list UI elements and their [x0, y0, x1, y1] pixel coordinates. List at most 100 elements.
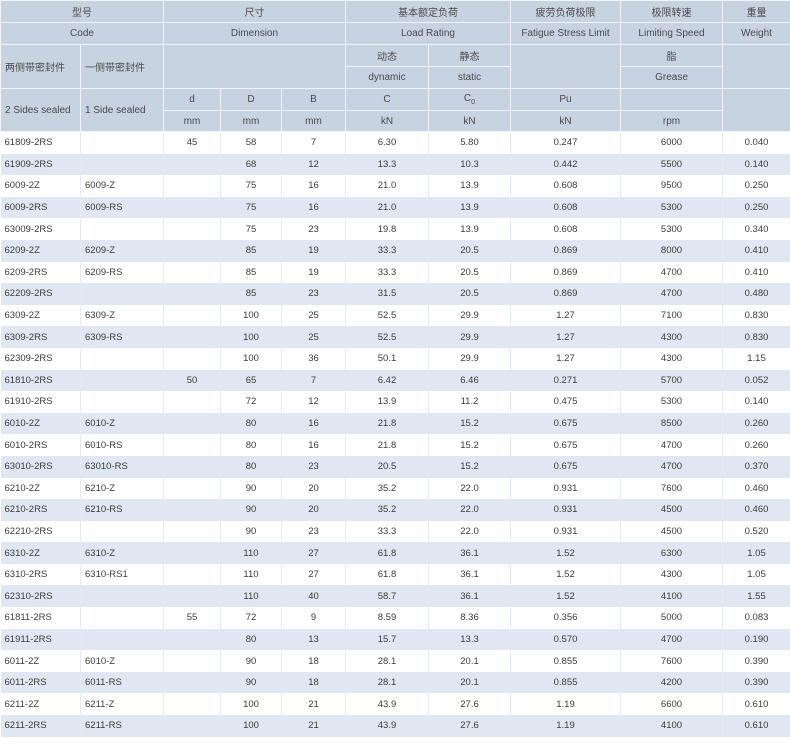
- table-row: 61809-2RS 45 58 7 6.30 5.80 0.247 6000 0.040: [0, 131, 790, 154]
- cell-dynamic-load: 21.8: [345, 412, 429, 435]
- cell-fatigue-limit: 0.869: [510, 283, 621, 305]
- cell-fatigue-limit: 0.608: [510, 218, 621, 240]
- cell-limiting-speed: 4200: [620, 671, 723, 694]
- cell-code-one-side: [80, 520, 164, 543]
- cell-static-load: 20.5: [428, 261, 511, 284]
- cell-weight-kg: 1.55: [722, 585, 790, 608]
- cell-width-b: 21: [281, 693, 346, 716]
- cell-weight-kg: 1.15: [722, 347, 790, 370]
- table-row: 6211-2Z 6211-Z 100 21 43.9 27.6 1.19 6600 0.610: [0, 693, 790, 716]
- cell-dynamic-load: 13.3: [345, 153, 429, 176]
- cell-outer-diameter: 100: [220, 715, 282, 737]
- cell-code-two-sides: 6011-2RS: [0, 671, 81, 694]
- cell-bore-d: 55: [163, 607, 221, 629]
- cell-bore-d: [163, 455, 221, 478]
- cell-width-b: 27: [281, 542, 346, 564]
- cell-weight-kg: 0.390: [722, 671, 790, 694]
- cell-weight-kg: 0.480: [722, 283, 790, 305]
- cell-weight-kg: 0.830: [722, 304, 790, 327]
- speed-header-en: Limiting Speed: [620, 22, 723, 45]
- cell-width-b: 16: [281, 196, 346, 219]
- cell-fatigue-limit: 0.675: [510, 434, 621, 456]
- cell-limiting-speed: 4100: [620, 585, 723, 608]
- cell-limiting-speed: 7600: [620, 650, 723, 672]
- cell-bore-d: [163, 563, 221, 586]
- cell-static-load: 15.2: [428, 455, 511, 478]
- cell-width-b: 12: [281, 391, 346, 413]
- cell-outer-diameter: 75: [220, 196, 282, 219]
- cell-outer-diameter: 90: [220, 671, 282, 694]
- table-row: 6009-2Z 6009-Z 75 16 21.0 13.9 0.608 9500 0.250: [0, 175, 790, 197]
- cell-static-load: 6.46: [428, 369, 511, 392]
- cell-outer-diameter: 80: [220, 628, 282, 651]
- cell-outer-diameter: 85: [220, 239, 282, 262]
- cell-dynamic-load: 19.8: [345, 218, 429, 240]
- cell-outer-diameter: 85: [220, 283, 282, 305]
- two-sides-sealed-header-en: 2 Sides sealed: [0, 88, 81, 132]
- cell-bore-d: 50: [163, 369, 221, 392]
- cell-limiting-speed: 5300: [620, 196, 723, 219]
- cell-static-load: 13.3: [428, 628, 511, 651]
- two-sides-sealed-header-cn: 两侧带密封件: [0, 44, 81, 89]
- cell-dynamic-load: 15.7: [345, 628, 429, 651]
- cell-limiting-speed: 6300: [620, 542, 723, 564]
- cell-outer-diameter: 100: [220, 304, 282, 327]
- cell-outer-diameter: 110: [220, 585, 282, 608]
- c-unit: kN: [345, 110, 429, 132]
- cell-code-one-side: 63010-RS: [80, 455, 164, 478]
- cell-code-two-sides: 6310-2RS: [0, 563, 81, 586]
- weight-header-cn: 重量: [722, 0, 790, 23]
- cell-width-b: 9: [281, 607, 346, 629]
- cell-limiting-speed: 4100: [620, 715, 723, 737]
- cell-width-b: 19: [281, 261, 346, 284]
- cell-outer-diameter: 75: [220, 218, 282, 240]
- table-row: 61909-2RS 68 12 13.3 10.3 0.442 5500 0.140: [0, 153, 790, 176]
- cell-outer-diameter: 80: [220, 455, 282, 478]
- code-header-en: Code: [0, 22, 164, 45]
- cell-bore-d: [163, 239, 221, 262]
- cell-code-one-side: [80, 585, 164, 608]
- table-row: 62210-2RS 90 23 33.3 22.0 0.931 4500 0.520: [0, 520, 790, 543]
- cell-dynamic-load: 20.5: [345, 455, 429, 478]
- cell-bore-d: [163, 347, 221, 370]
- cell-code-two-sides: 61809-2RS: [0, 131, 81, 154]
- cell-width-b: 23: [281, 218, 346, 240]
- cell-fatigue-limit: 0.931: [510, 499, 621, 521]
- dynamic-header-en: dynamic: [345, 66, 429, 89]
- cell-static-load: 27.6: [428, 693, 511, 716]
- cell-limiting-speed: 4500: [620, 499, 723, 521]
- cell-fatigue-limit: 1.27: [510, 304, 621, 327]
- table-row: 6310-2Z 6310-Z 110 27 61.8 36.1 1.52 6300 1.05: [0, 542, 790, 564]
- cell-outer-diameter: 110: [220, 563, 282, 586]
- b-unit: mm: [281, 110, 346, 132]
- cell-static-load: 22.0: [428, 499, 511, 521]
- table-row: 61910-2RS 72 12 13.9 11.2 0.475 5300 0.140: [0, 391, 790, 413]
- table-row: 63010-2RS 63010-RS 80 23 20.5 15.2 0.675 4700 0.…: [0, 455, 790, 478]
- cell-bore-d: [163, 693, 221, 716]
- cell-static-load: 22.0: [428, 520, 511, 543]
- cell-weight-kg: 0.520: [722, 520, 790, 543]
- cell-code-two-sides: 6011-2Z: [0, 650, 81, 672]
- cell-width-b: 13: [281, 628, 346, 651]
- cell-width-b: 25: [281, 326, 346, 348]
- cell-code-two-sides: 6309-2Z: [0, 304, 81, 327]
- cell-weight-kg: 0.260: [722, 434, 790, 456]
- cell-limiting-speed: 8500: [620, 412, 723, 435]
- cell-bore-d: [163, 261, 221, 284]
- cell-fatigue-limit: 1.52: [510, 542, 621, 564]
- cell-code-one-side: 6211-RS: [80, 715, 164, 737]
- cell-static-load: 27.6: [428, 715, 511, 737]
- cell-code-one-side: [80, 369, 164, 392]
- static-header-en: static: [428, 66, 511, 89]
- cell-code-one-side: 6009-Z: [80, 175, 164, 197]
- cell-bore-d: [163, 175, 221, 197]
- cell-outer-diameter: 110: [220, 542, 282, 564]
- cell-static-load: 15.2: [428, 412, 511, 435]
- cell-code-two-sides: 61911-2RS: [0, 628, 81, 651]
- cell-width-b: 20: [281, 499, 346, 521]
- cell-static-load: 20.5: [428, 283, 511, 305]
- cell-static-load: 29.9: [428, 326, 511, 348]
- cell-static-load: 20.1: [428, 650, 511, 672]
- cell-bore-d: [163, 499, 221, 521]
- cell-weight-kg: 0.052: [722, 369, 790, 392]
